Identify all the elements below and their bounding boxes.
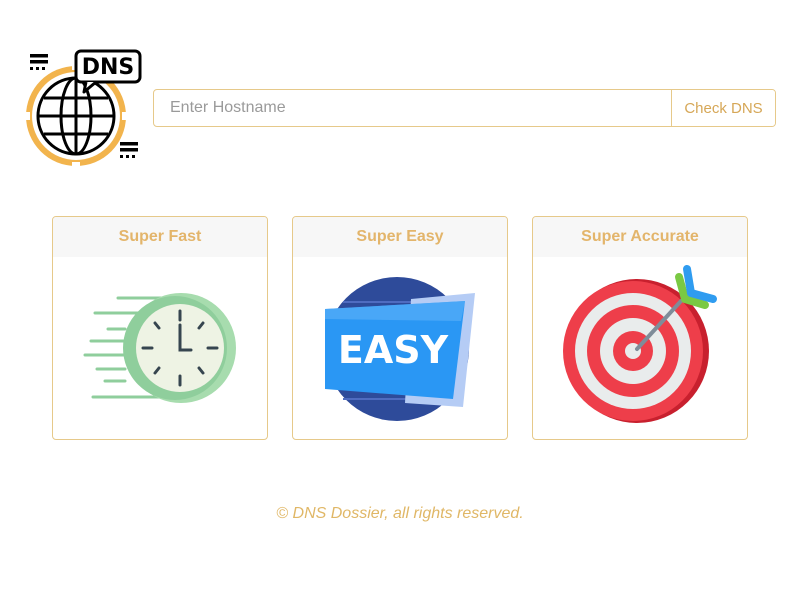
feature-card-fast: Super Fast bbox=[52, 216, 268, 440]
dns-globe-logo: DNS bbox=[24, 49, 142, 168]
target-icon bbox=[563, 265, 717, 423]
stopwatch-icon bbox=[83, 293, 236, 403]
footer-copyright: © DNS Dossier, all rights reserved. bbox=[276, 505, 524, 522]
feature-card-easy: Super Easy EASY bbox=[292, 216, 508, 440]
hostname-search-bar: Check DNS bbox=[153, 89, 776, 127]
feature-title: Super Easy bbox=[293, 217, 507, 257]
check-dns-button[interactable]: Check DNS bbox=[671, 90, 775, 126]
feature-title: Super Fast bbox=[53, 217, 267, 257]
easy-badge-text: EASY bbox=[338, 328, 449, 372]
easy-badge-icon: EASY bbox=[325, 277, 475, 421]
feature-card-accurate: Super Accurate bbox=[532, 216, 748, 440]
logo-label: DNS bbox=[82, 55, 135, 80]
hostname-input[interactable] bbox=[154, 90, 671, 126]
feature-title: Super Accurate bbox=[533, 217, 747, 257]
